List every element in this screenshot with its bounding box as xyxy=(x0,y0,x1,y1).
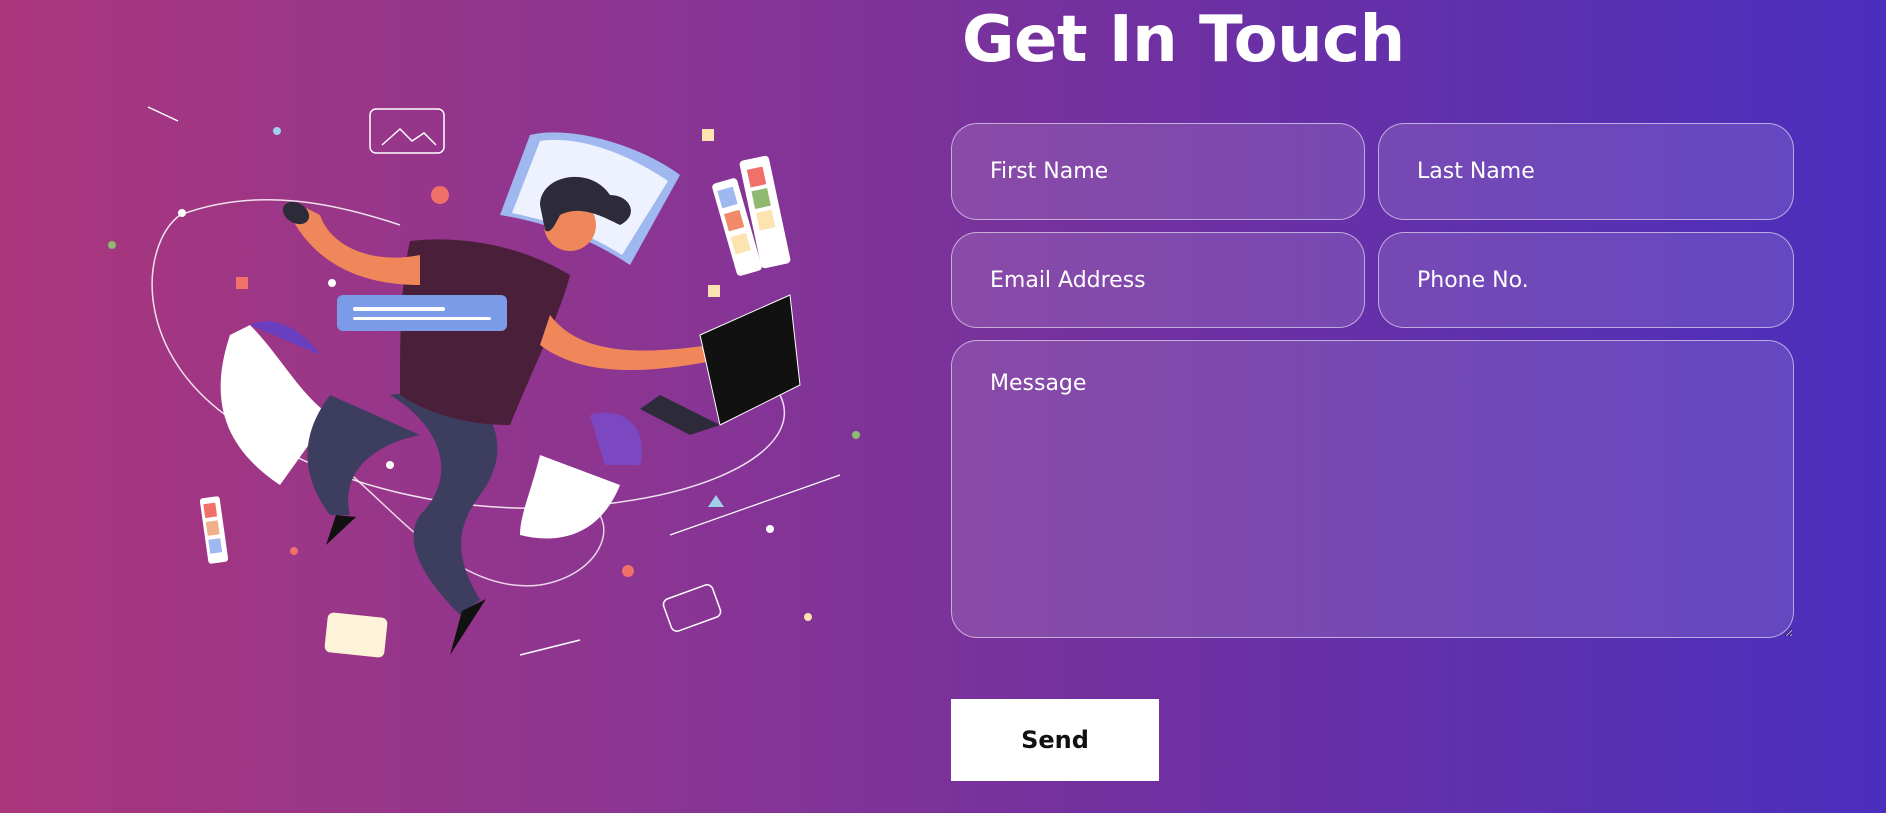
phone-input[interactable] xyxy=(1378,232,1794,328)
email-input[interactable] xyxy=(951,232,1365,328)
last-name-input[interactable] xyxy=(1378,123,1794,220)
first-name-input[interactable] xyxy=(951,123,1365,220)
page-title: Get In Touch xyxy=(962,3,1405,77)
hero-illustration xyxy=(100,95,880,675)
message-textarea[interactable] xyxy=(951,340,1794,638)
send-button[interactable]: Send xyxy=(951,699,1159,781)
person-working-illustration xyxy=(108,106,860,658)
